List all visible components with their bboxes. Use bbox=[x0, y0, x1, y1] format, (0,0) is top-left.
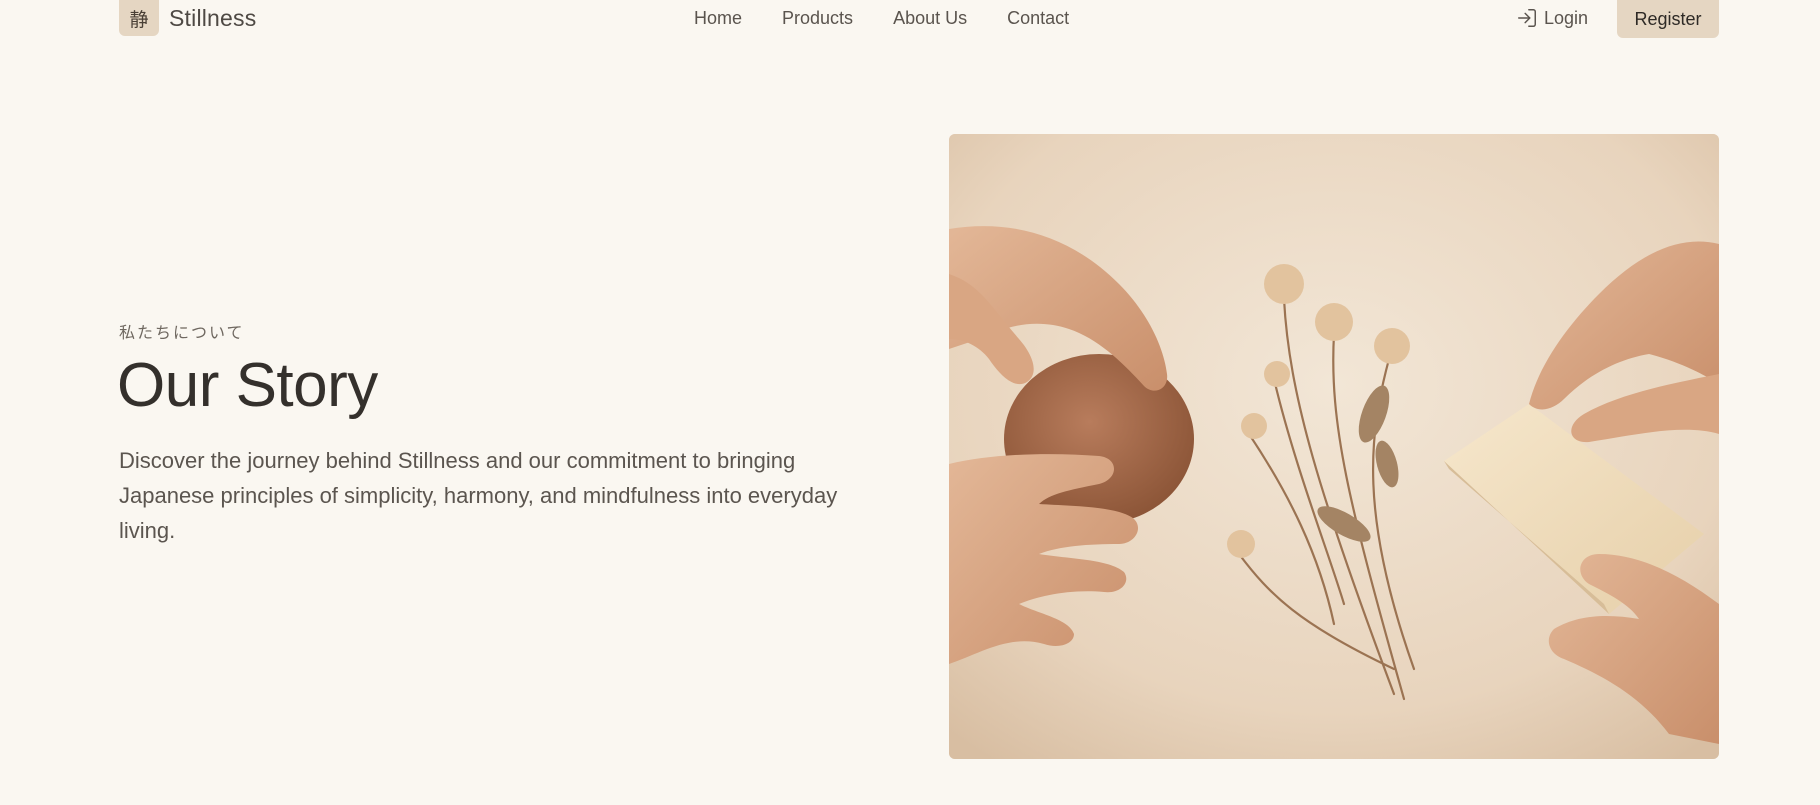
brand-logo[interactable]: 静 Stillness bbox=[119, 0, 256, 36]
nav-home[interactable]: Home bbox=[694, 8, 742, 29]
main-nav: Home Products About Us Contact bbox=[694, 0, 1069, 36]
nav-contact[interactable]: Contact bbox=[1007, 8, 1069, 29]
hero-description: Discover the journey behind Stillness an… bbox=[119, 448, 838, 543]
login-button[interactable]: Login bbox=[1516, 0, 1588, 36]
hands-clay-flowers-illustration bbox=[949, 134, 1719, 759]
login-arrow-icon bbox=[1516, 7, 1538, 29]
page-title: Our Story bbox=[117, 351, 378, 420]
register-button[interactable]: Register bbox=[1617, 0, 1719, 38]
hero-eyebrow: 私たちについて bbox=[119, 323, 245, 342]
nav-about-us[interactable]: About Us bbox=[893, 8, 967, 29]
hero-image bbox=[949, 134, 1719, 759]
site-header: 静 Stillness Home Products About Us Conta… bbox=[0, 0, 1820, 60]
brand-name: Stillness bbox=[169, 4, 257, 31]
login-label: Login bbox=[1544, 7, 1589, 28]
nav-products[interactable]: Products bbox=[782, 8, 853, 29]
brand-mark: 静 bbox=[119, 0, 159, 36]
